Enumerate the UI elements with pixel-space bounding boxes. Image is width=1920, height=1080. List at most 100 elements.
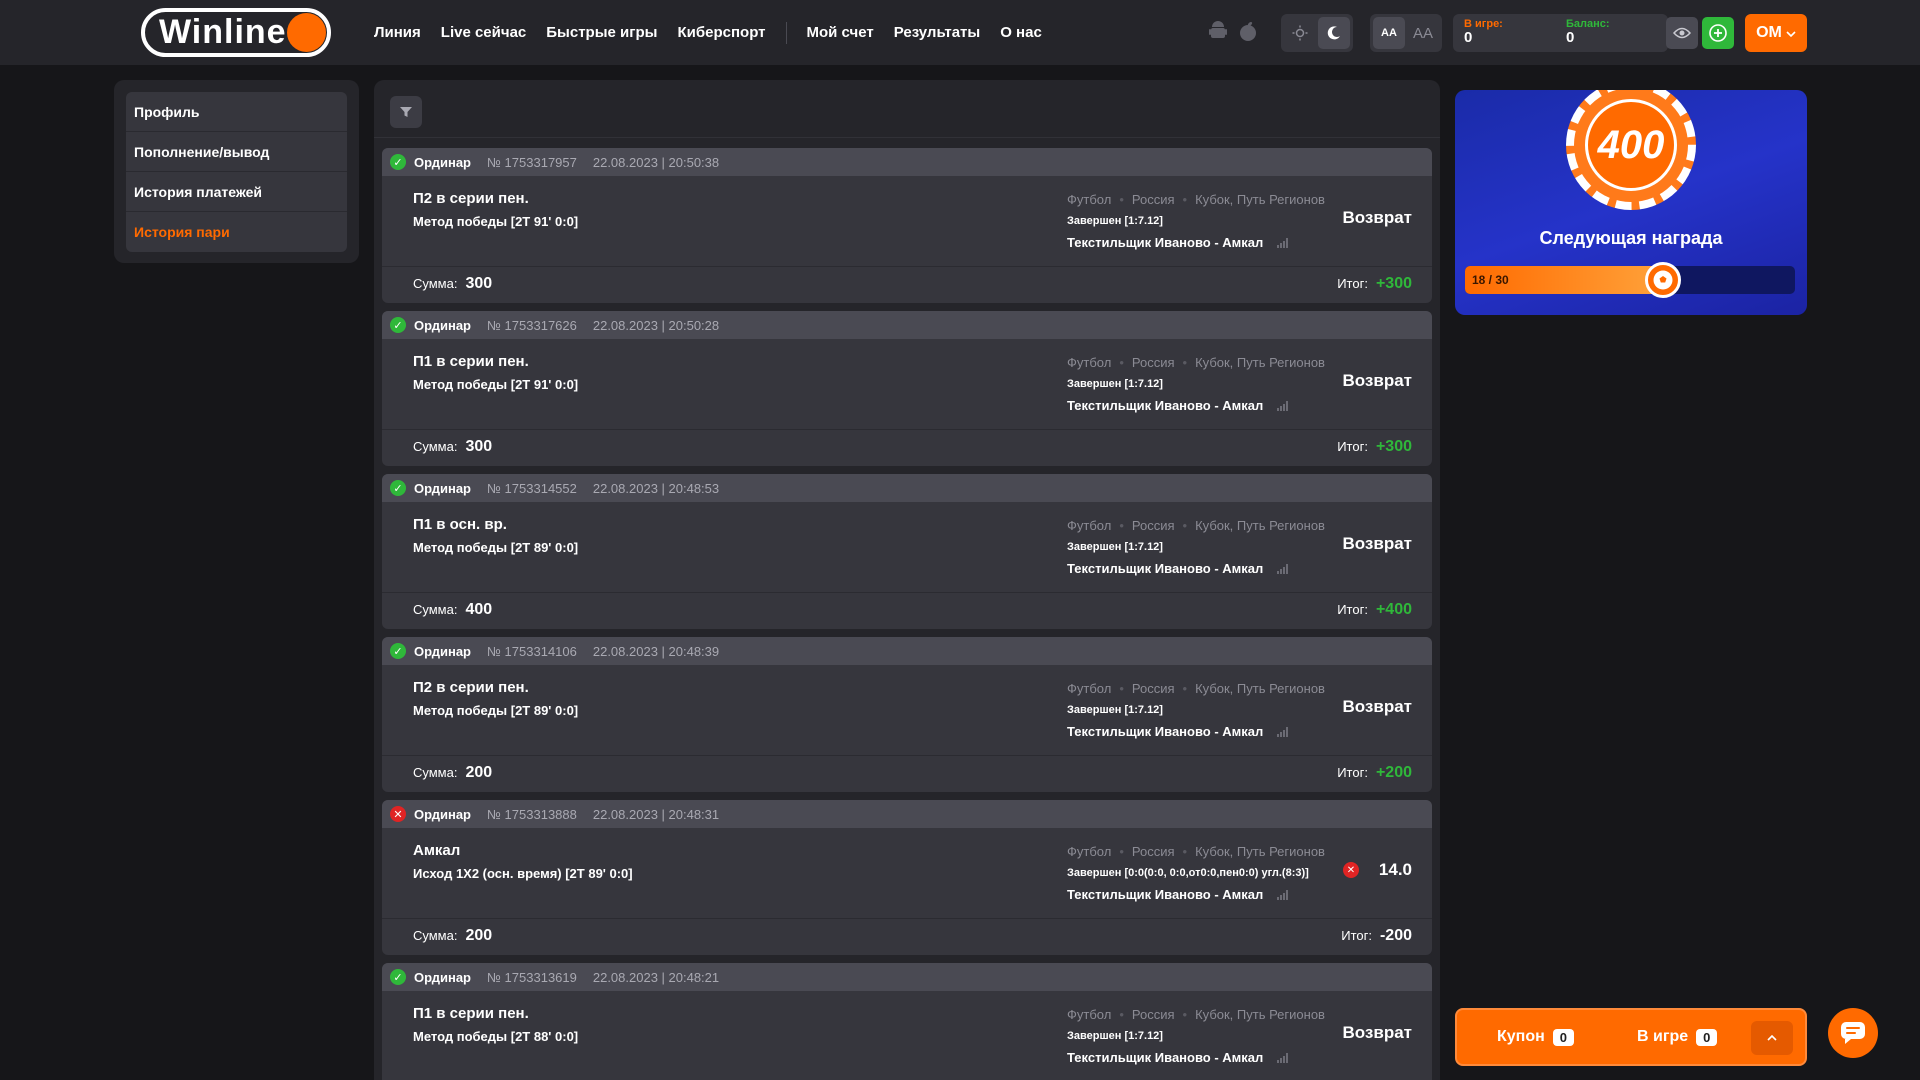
sidebar-item-payment-history[interactable]: История платежей — [126, 172, 347, 212]
bet-result: ✕ 14.0 — [1342, 860, 1412, 880]
bet-card[interactable]: ✓ Ординар № 1753314552 22.08.2023 | 20:4… — [382, 474, 1432, 629]
meta-dot: • — [1119, 192, 1124, 207]
bet-total: Итог: +300 — [1337, 438, 1412, 456]
stats-icon[interactable] — [1277, 889, 1289, 900]
bet-type: Ординар — [414, 643, 471, 659]
check-icon: ✓ — [390, 480, 406, 496]
sidebar-item-deposit-withdraw[interactable]: Пополнение/вывод — [126, 132, 347, 172]
chevron-down-icon — [1786, 24, 1796, 42]
stats-icon[interactable] — [1277, 400, 1289, 411]
nav-my-account[interactable]: Мой счет — [807, 24, 874, 41]
bet-body: П2 в серии пен. Метод победы [2Т 89' 0:0… — [382, 665, 1432, 756]
sum-value: 400 — [465, 601, 493, 618]
eye-icon[interactable] — [1666, 17, 1698, 49]
user-menu-button[interactable]: ОМ — [1745, 14, 1807, 52]
sum-value: 300 — [465, 275, 493, 292]
match-link[interactable]: Текстильщик Иваново - Амкал — [1067, 235, 1289, 250]
in-game-balance: В игре: 0 — [1464, 18, 1503, 46]
bet-sum: Сумма: 400 — [413, 601, 492, 619]
bet-number: № 1753313619 — [487, 969, 577, 985]
bet-type: Ординар — [414, 969, 471, 985]
nav-esports[interactable]: Киберспорт — [677, 24, 765, 41]
android-icon[interactable] — [1208, 20, 1228, 42]
match-link[interactable]: Текстильщик Иваново - Амкал — [1067, 1050, 1289, 1065]
nav-separator — [785, 21, 787, 44]
nav-about[interactable]: О нас — [1000, 24, 1042, 41]
meta-dot: • — [1119, 355, 1124, 370]
sum-value: 200 — [465, 927, 493, 944]
sidebar-item-bet-history[interactable]: История пари — [126, 212, 347, 252]
event-meta: Футбол • Россия • Кубок, Путь Регионов — [1067, 681, 1325, 696]
reward-title: Следующая награда — [1539, 228, 1723, 248]
in-game-tab[interactable]: В игре 0 — [1637, 1028, 1718, 1046]
moon-icon[interactable] — [1318, 17, 1350, 49]
sidebar-item-profile[interactable]: Профиль — [126, 92, 347, 132]
stats-icon[interactable] — [1277, 726, 1289, 737]
apple-icon[interactable] — [1238, 20, 1258, 42]
bet-body: П2 в серии пен. Метод победы [2Т 91' 0:0… — [382, 176, 1432, 267]
total-label: Итог: — [1337, 602, 1368, 617]
event-status: Завершен [0:0(0:0, 0:0,от0:0,пен0:0) угл… — [1067, 867, 1309, 879]
bet-market: Метод победы [2Т 91' 0:0] — [413, 214, 579, 229]
event-meta: Футбол • Россия • Кубок, Путь Регионов — [1067, 1007, 1325, 1022]
stats-icon[interactable] — [1277, 1052, 1289, 1063]
event-meta: Футбол • Россия • Кубок, Путь Регионов — [1067, 518, 1325, 533]
winline-logo[interactable]: Winline — [141, 8, 331, 57]
total-label: Итог: — [1337, 765, 1368, 780]
font-large-button[interactable]: AA — [1407, 17, 1439, 49]
bet-card[interactable]: ✓ Ординар № 1753317626 22.08.2023 | 20:5… — [382, 311, 1432, 466]
bet-card[interactable]: ✕ Ординар № 1753313888 22.08.2023 | 20:4… — [382, 800, 1432, 955]
nav-live[interactable]: Live сейчас — [441, 24, 526, 41]
stats-icon[interactable] — [1277, 237, 1289, 248]
bet-header: ✕ Ординар № 1753313888 22.08.2023 | 20:4… — [382, 800, 1432, 828]
event-meta: Футбол • Россия • Кубок, Путь Регионов — [1067, 355, 1325, 370]
bet-body: Амкал Исход 1Х2 (осн. время) [2Т 89' 0:0… — [382, 828, 1432, 919]
event-status: Завершен [1:7.12] — [1067, 541, 1163, 553]
nav-line[interactable]: Линия — [374, 24, 421, 41]
sum-label: Сумма: — [413, 765, 458, 780]
tournament-name: Кубок, Путь Регионов — [1195, 518, 1325, 533]
font-size-toggle: AA AA — [1370, 14, 1442, 52]
plus-icon[interactable] — [1702, 17, 1734, 49]
bet-outcome: П1 в осн. вр. — [413, 516, 507, 533]
sum-label: Сумма: — [413, 602, 458, 617]
match-link[interactable]: Текстильщик Иваново - Амкал — [1067, 561, 1289, 576]
nav-fast-games[interactable]: Быстрые игры — [546, 24, 657, 41]
sum-label: Сумма: — [413, 928, 458, 943]
reward-card[interactable]: 400 Следующая награда 18 / 30 — [1455, 90, 1807, 315]
bet-history-panel: ✓ Ординар № 1753317957 22.08.2023 | 20:5… — [374, 80, 1440, 1080]
bet-body: П1 в осн. вр. Метод победы [2Т 89' 0:0] … — [382, 502, 1432, 593]
chat-icon[interactable] — [1828, 1008, 1878, 1058]
bet-card[interactable]: ✓ Ординар № 1753314106 22.08.2023 | 20:4… — [382, 637, 1432, 792]
bet-result-value: Возврат — [1342, 1023, 1412, 1042]
chevron-up-icon[interactable] — [1751, 1021, 1793, 1055]
nav-results[interactable]: Результаты — [894, 24, 980, 41]
bet-card[interactable]: ✓ Ординар № 1753313619 22.08.2023 | 20:4… — [382, 963, 1432, 1080]
font-small-button[interactable]: AA — [1373, 17, 1405, 49]
meta-dot: • — [1182, 681, 1188, 696]
meta-dot: • — [1119, 518, 1124, 533]
match-link[interactable]: Текстильщик Иваново - Амкал — [1067, 398, 1289, 413]
bet-header: ✓ Ординар № 1753314106 22.08.2023 | 20:4… — [382, 637, 1432, 665]
sun-icon[interactable] — [1284, 17, 1316, 49]
bet-sum: Сумма: 300 — [413, 438, 492, 456]
in-game-value: 0 — [1464, 29, 1473, 46]
match-name: Текстильщик Иваново - Амкал — [1067, 724, 1264, 739]
bet-sum: Сумма: 200 — [413, 927, 492, 945]
bet-type: Ординар — [414, 480, 471, 496]
event-status: Завершен [1:7.12] — [1067, 1030, 1163, 1042]
bet-result: Возврат — [1342, 534, 1412, 554]
match-link[interactable]: Текстильщик Иваново - Амкал — [1067, 724, 1289, 739]
coupon-tab[interactable]: Купон 0 — [1497, 1028, 1574, 1046]
bet-number: № 1753313888 — [487, 806, 577, 822]
bet-header: ✓ Ординар № 1753317626 22.08.2023 | 20:5… — [382, 311, 1432, 339]
coupon-bar[interactable]: Купон 0 В игре 0 — [1455, 1008, 1807, 1066]
bet-date: 22.08.2023 | 20:48:39 — [592, 643, 720, 659]
filter-icon[interactable] — [390, 96, 422, 128]
bet-total: Итог: +200 — [1337, 764, 1412, 782]
bet-card[interactable]: ✓ Ординар № 1753317957 22.08.2023 | 20:5… — [382, 148, 1432, 303]
top-header: Winline Линия Live сейчас Быстрые игры К… — [0, 0, 1920, 65]
sport-name: Футбол — [1067, 1007, 1112, 1022]
stats-icon[interactable] — [1277, 563, 1289, 574]
match-link[interactable]: Текстильщик Иваново - Амкал — [1067, 887, 1289, 902]
